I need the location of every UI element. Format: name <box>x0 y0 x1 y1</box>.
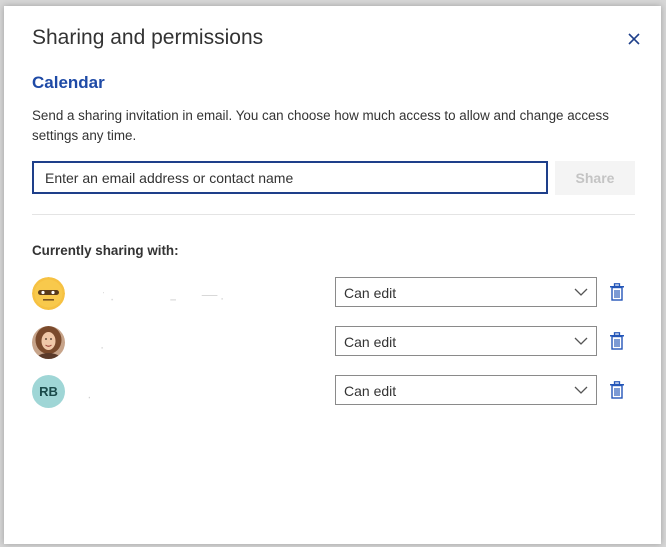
redacted-name <box>101 347 103 349</box>
emoji-avatar <box>32 277 65 310</box>
permission-value: Can edit <box>344 285 397 301</box>
shared-person-row: Can edit <box>32 277 632 311</box>
permission-value: Can edit <box>344 334 397 350</box>
photo-avatar <box>32 326 65 359</box>
share-button[interactable]: Share <box>555 161 635 195</box>
permission-value: Can edit <box>344 383 397 399</box>
shared-person-row: Can edit <box>32 326 632 360</box>
divider <box>32 214 635 215</box>
initials-avatar: RB <box>32 375 65 408</box>
redacted-name <box>88 396 90 399</box>
chevron-down-icon <box>574 337 588 345</box>
permission-select[interactable]: Can edit <box>335 375 597 405</box>
delete-icon[interactable] <box>609 332 625 350</box>
delete-icon[interactable] <box>609 381 625 399</box>
redacted-name <box>103 292 223 301</box>
currently-sharing-label: Currently sharing with: <box>32 243 179 258</box>
close-icon[interactable] <box>624 29 644 49</box>
sharing-description: Send a sharing invitation in email. You … <box>32 108 609 143</box>
permission-select[interactable]: Can edit <box>335 277 597 307</box>
chevron-down-icon <box>574 386 588 394</box>
shared-person-row: RB Can edit <box>32 375 632 409</box>
sharing-dialog: Sharing and permissions Calendar Send a … <box>4 6 661 544</box>
chevron-down-icon <box>574 288 588 296</box>
delete-icon[interactable] <box>609 283 625 301</box>
email-input[interactable] <box>32 161 548 194</box>
dialog-title: Sharing and permissions <box>32 26 264 49</box>
calendar-title: Calendar <box>32 73 105 92</box>
permission-select[interactable]: Can edit <box>335 326 597 356</box>
